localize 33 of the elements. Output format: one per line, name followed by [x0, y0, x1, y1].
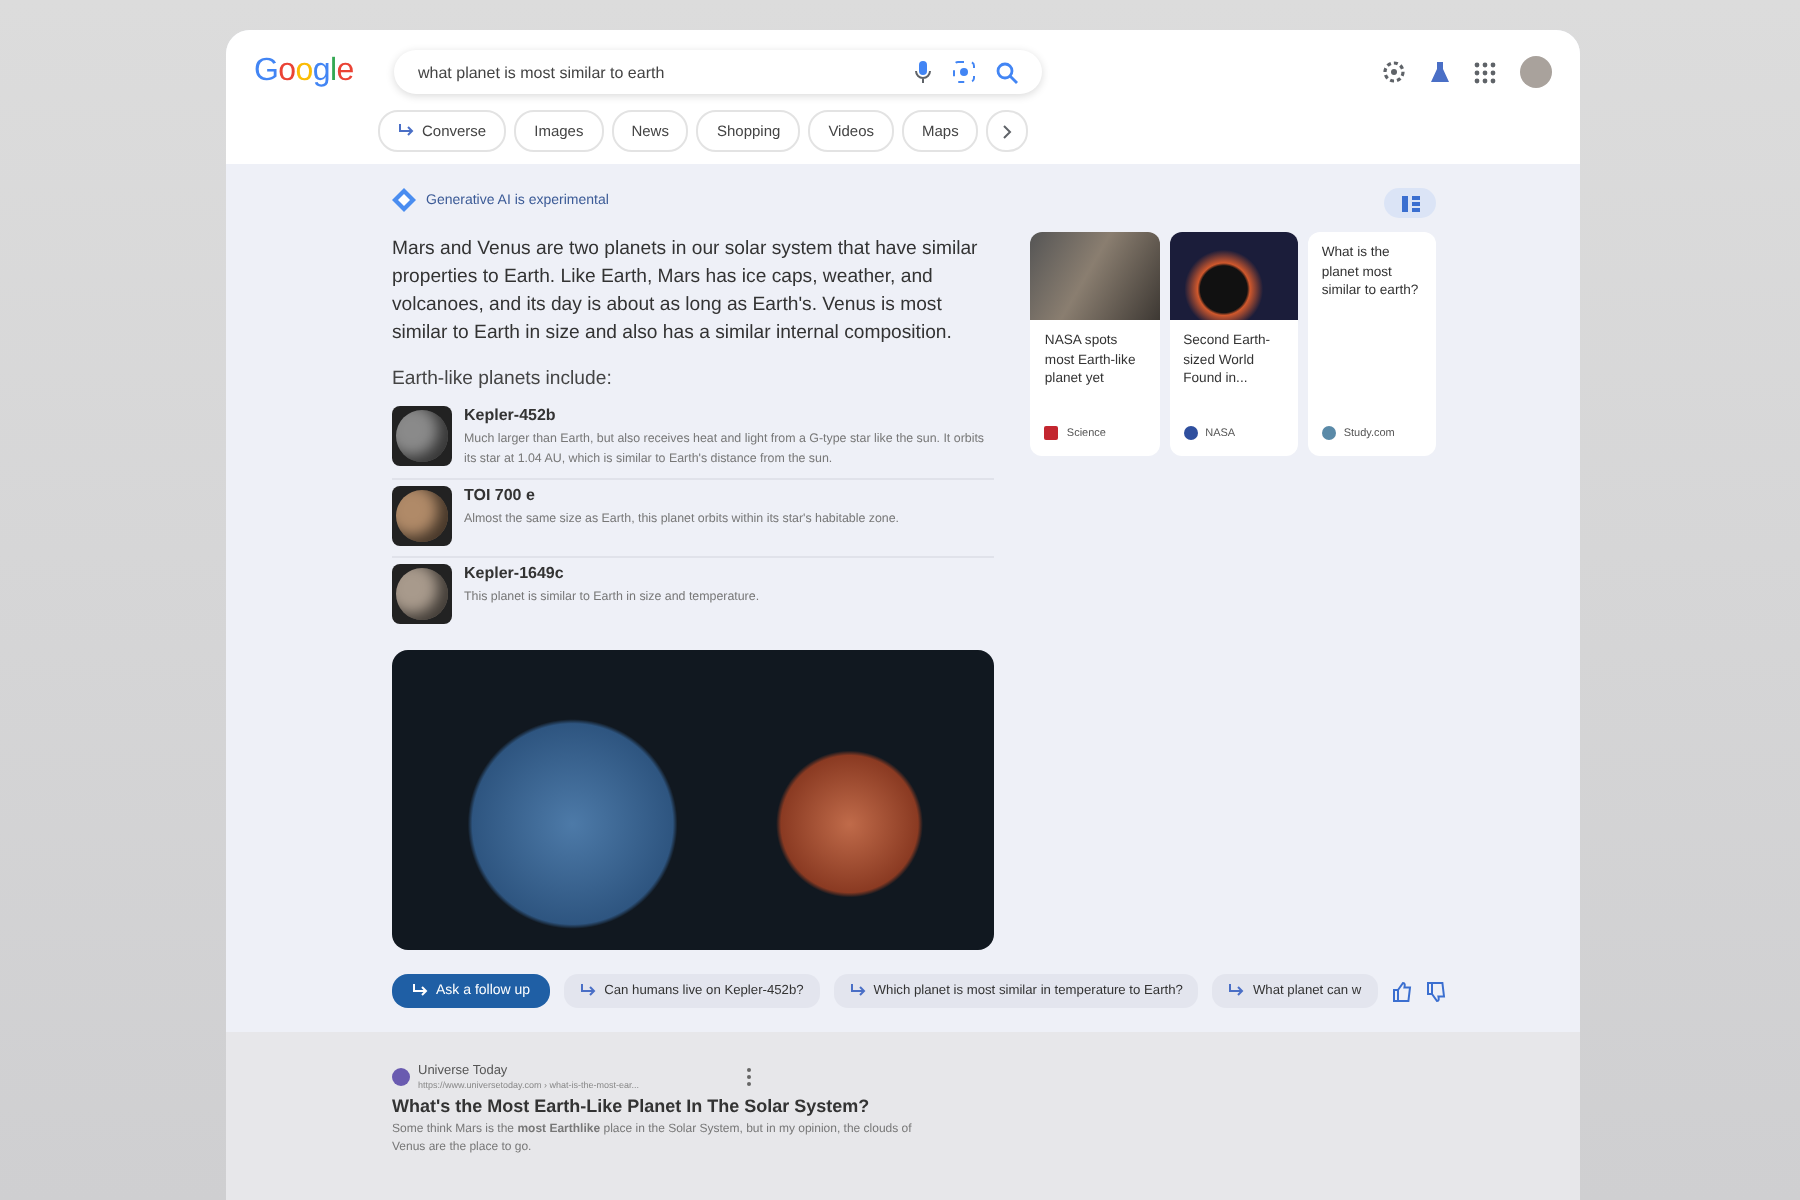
- more-options-icon[interactable]: [746, 1068, 752, 1086]
- favicon-icon: [1183, 426, 1198, 440]
- result-title[interactable]: What's the Most Earth-Like Planet In The Solar System?: [392, 1096, 1414, 1116]
- microphone-icon[interactable]: [914, 60, 932, 84]
- camera-lens-icon[interactable]: [952, 60, 976, 84]
- avatar[interactable]: [1520, 56, 1552, 88]
- favicon-icon: [1044, 426, 1059, 440]
- google-logo[interactable]: Google: [254, 54, 350, 90]
- thumbs-down-icon[interactable]: [1425, 981, 1446, 1001]
- planet-name[interactable]: Kepler-1649c: [464, 564, 760, 582]
- search-field[interactable]: what planet is most similar to earth: [394, 50, 1042, 94]
- list-heading: Earth-like planets include:: [392, 368, 614, 390]
- reply-arrow-icon: [1228, 984, 1245, 998]
- planet-name[interactable]: Kepler-452b: [464, 406, 995, 424]
- search-icon[interactable]: [996, 61, 1018, 83]
- reply-arrow-icon: [849, 984, 866, 998]
- diamond-icon: [392, 188, 416, 212]
- planet-name[interactable]: TOI 700 e: [464, 486, 900, 504]
- photo-placeholder: [1030, 232, 1160, 320]
- favicon-icon: [1321, 426, 1336, 440]
- apps-grid-icon[interactable]: [1474, 61, 1496, 83]
- panel-icon: [1401, 195, 1419, 211]
- reply-arrow-icon: [398, 124, 414, 138]
- chevron-right-icon: [1002, 123, 1013, 139]
- flask-icon[interactable]: [1430, 60, 1450, 84]
- reply-arrow-icon: [580, 984, 597, 998]
- thumbs-up-icon[interactable]: [1391, 981, 1412, 1001]
- site-favicon-icon: [392, 1068, 410, 1086]
- photo-placeholder: [1169, 232, 1298, 320]
- reply-arrow-icon: [412, 984, 428, 998]
- layout-toggle-button[interactable]: [1384, 188, 1436, 218]
- summary-text: Mars and Venus are two planets in our solar system that have similar properties to Earth. Like Earth, Mars has ice caps, weather, and volcanoes, and its day is about as long as Earth's. Venus is most similar to Earth in size and also has a similar internal composition.: [392, 236, 980, 348]
- settings-icon[interactable]: [1382, 60, 1406, 84]
